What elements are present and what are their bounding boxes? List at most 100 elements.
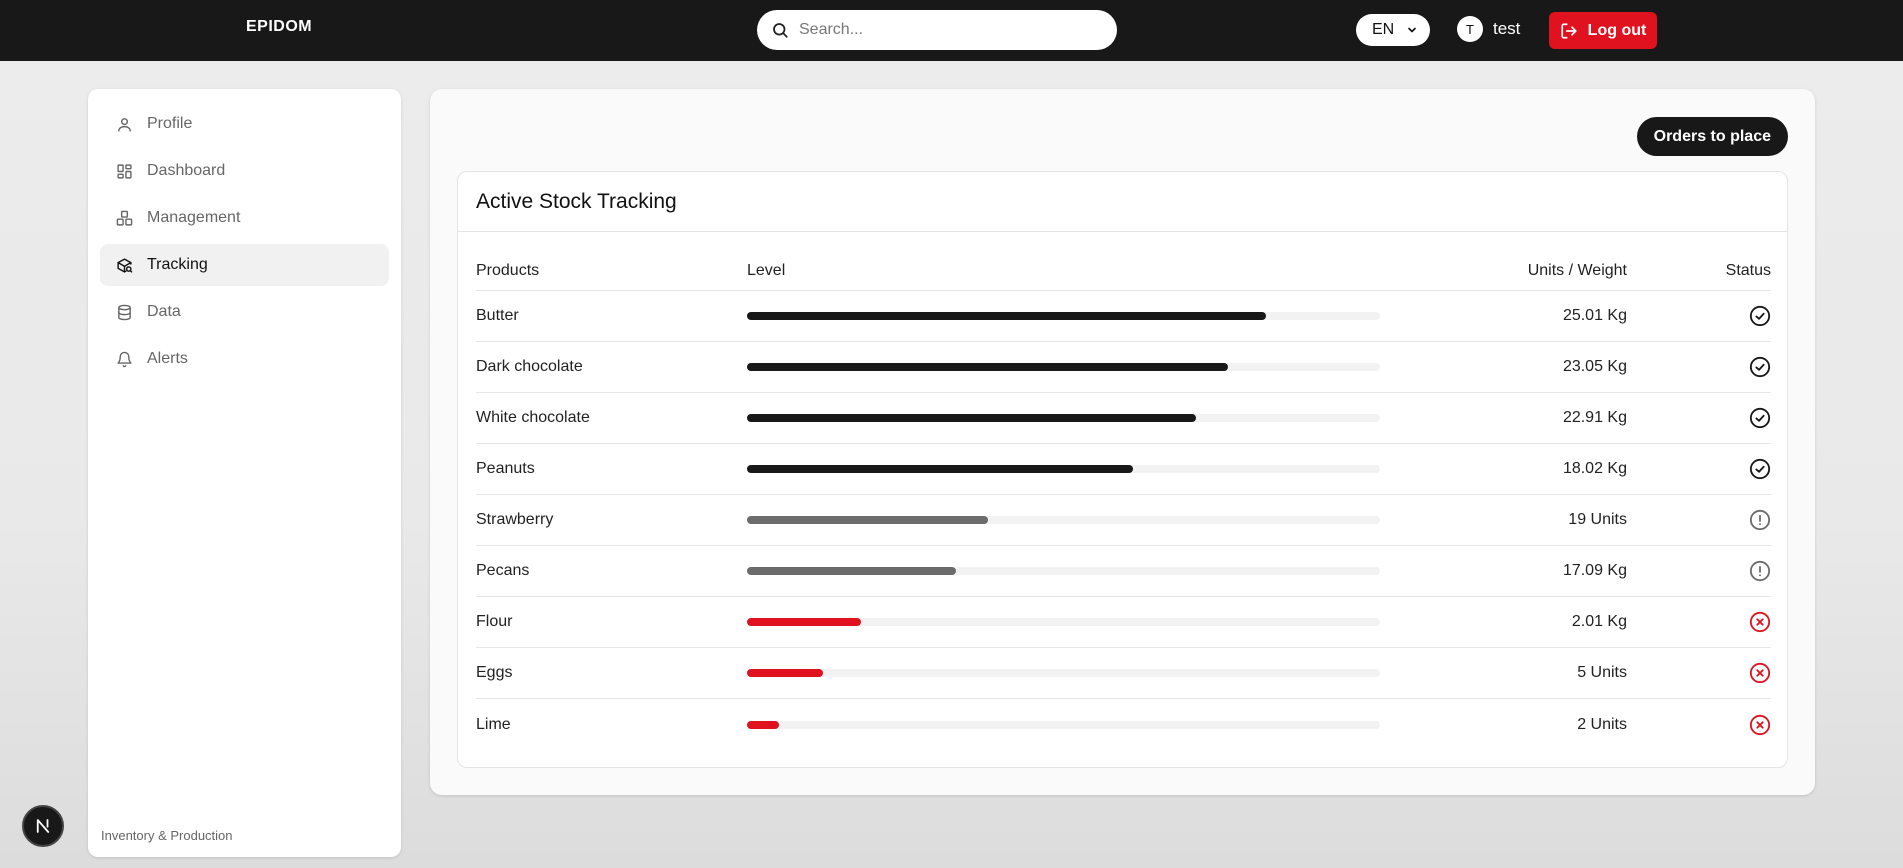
table-header: Products Level Units / Weight Status: [476, 252, 1771, 291]
level-bar-fill: [747, 363, 1229, 371]
units-weight: 25.01 Kg: [1562, 307, 1627, 324]
status-cell: [1627, 356, 1771, 378]
units-weight: 19 Units: [1568, 511, 1627, 528]
logout-label: Log out: [1587, 21, 1647, 39]
units-weight: 2.01 Kg: [1571, 613, 1627, 630]
level-bar-track: [747, 465, 1380, 473]
product-name: Peanuts: [476, 460, 535, 477]
units-weight: 22.91 Kg: [1562, 409, 1627, 426]
level-bar-track: [747, 312, 1380, 320]
level-cell: [747, 414, 1380, 422]
search-box[interactable]: [757, 10, 1117, 50]
logout-button[interactable]: Log out: [1549, 12, 1657, 49]
table-row[interactable]: Strawberry 19 Units: [476, 495, 1771, 546]
sidebar-footer: Inventory & Production: [101, 828, 233, 843]
status-cell: [1627, 407, 1771, 429]
level-cell: [747, 516, 1380, 524]
level-cell: [747, 720, 1380, 729]
column-header-level: Level: [747, 262, 786, 279]
column-header-units: Units / Weight: [1527, 262, 1627, 279]
sidebar-item-label: Management: [147, 209, 241, 226]
sidebar-item-label: Dashboard: [147, 162, 226, 179]
level-bar-fill: [747, 618, 861, 626]
x-circle-icon: [1749, 714, 1771, 736]
user-menu[interactable]: T test: [1457, 16, 1520, 42]
table-row[interactable]: Dark chocolate 23.05 Kg: [476, 342, 1771, 393]
status-cell: [1627, 509, 1771, 531]
product-name: Lime: [476, 715, 511, 733]
units-weight: 2 Units: [1577, 715, 1627, 733]
level-cell: [747, 312, 1380, 320]
search-input[interactable]: [799, 21, 1117, 39]
sidebar-item-label: Profile: [147, 115, 193, 132]
units-weight: 23.05 Kg: [1562, 358, 1627, 375]
product-name: White chocolate: [476, 409, 590, 426]
x-circle-icon: [1749, 662, 1771, 684]
column-header-products: Products: [476, 262, 540, 279]
level-cell: [747, 465, 1380, 473]
status-cell: [1627, 611, 1771, 633]
logout-icon: [1561, 22, 1577, 39]
database-icon: [118, 304, 131, 320]
column-header-status: Status: [1725, 262, 1771, 279]
check-circle-icon: [1749, 356, 1771, 378]
table-row[interactable]: Lime 2 Units: [476, 699, 1771, 750]
level-bar-track: [747, 618, 1380, 626]
bell-icon: [117, 351, 132, 367]
status-cell: [1627, 714, 1771, 736]
status-cell: [1627, 560, 1771, 582]
nextjs-dev-indicator[interactable]: [22, 805, 64, 847]
level-bar-fill: [747, 669, 823, 677]
table-row[interactable]: White chocolate 22.91 Kg: [476, 393, 1771, 444]
check-circle-icon: [1749, 407, 1771, 429]
units-weight: 18.02 Kg: [1562, 460, 1627, 477]
card-title: Active Stock Tracking: [458, 172, 1787, 232]
alert-circle-icon: [1749, 509, 1771, 531]
boxes-icon: [116, 210, 133, 226]
level-cell: [747, 567, 1380, 575]
level-cell: [747, 669, 1380, 677]
logo[interactable]: EPIDOM: [246, 18, 312, 36]
sidebar-item-tracking[interactable]: Tracking: [100, 244, 389, 286]
sidebar-item-dashboard[interactable]: Dashboard: [100, 150, 389, 192]
language-value: EN: [1372, 21, 1395, 38]
language-select[interactable]: EN: [1356, 14, 1430, 46]
level-bar-track: [747, 669, 1380, 677]
table-row[interactable]: Peanuts 18.02 Kg: [476, 444, 1771, 495]
dashboard-icon: [117, 163, 132, 179]
logo-text: EPIDOM: [246, 18, 313, 35]
check-circle-icon: [1749, 458, 1771, 480]
table-row[interactable]: Butter 25.01 Kg: [476, 291, 1771, 342]
sidebar-item-profile[interactable]: Profile: [100, 103, 389, 145]
product-name: Strawberry: [476, 511, 554, 528]
level-bar-fill: [747, 465, 1134, 473]
status-cell: [1627, 662, 1771, 684]
orders-to-place-button[interactable]: Orders to place: [1636, 117, 1788, 156]
stock-table: Products Level Units / Weight Status But…: [476, 252, 1771, 750]
chevron-down-icon: [1408, 27, 1417, 33]
status-cell: [1627, 305, 1771, 327]
sidebar-item-label: Alerts: [147, 350, 188, 367]
sidebar-item-data[interactable]: Data: [100, 291, 389, 333]
table-row[interactable]: Flour 2.01 Kg: [476, 597, 1771, 648]
units-weight: 17.09 Kg: [1562, 562, 1627, 579]
product-name: Butter: [476, 307, 519, 324]
avatar: T: [1457, 16, 1483, 42]
table-row[interactable]: Eggs 5 Units: [476, 648, 1771, 699]
sidebar-item-alerts[interactable]: Alerts: [100, 338, 389, 380]
level-bar-fill: [747, 414, 1197, 422]
level-bar-track: [747, 567, 1380, 575]
status-cell: [1627, 458, 1771, 480]
user-icon: [118, 117, 131, 132]
sidebar-item-label: Data: [147, 303, 181, 320]
table-row[interactable]: Pecans 17.09 Kg: [476, 546, 1771, 597]
search-icon: [773, 23, 788, 38]
level-bar-track: [747, 516, 1380, 524]
sidebar-item-label: Tracking: [147, 256, 208, 273]
stock-tracking-card: Active Stock Tracking Products Level Uni…: [457, 171, 1788, 768]
sidebar-item-management[interactable]: Management: [100, 197, 389, 239]
product-name: Dark chocolate: [476, 358, 583, 375]
alert-circle-icon: [1749, 560, 1771, 582]
top-bar: EPIDOM EN T test Log out: [0, 0, 1903, 61]
main-panel: Orders to place Active Stock Tracking Pr…: [430, 89, 1815, 795]
